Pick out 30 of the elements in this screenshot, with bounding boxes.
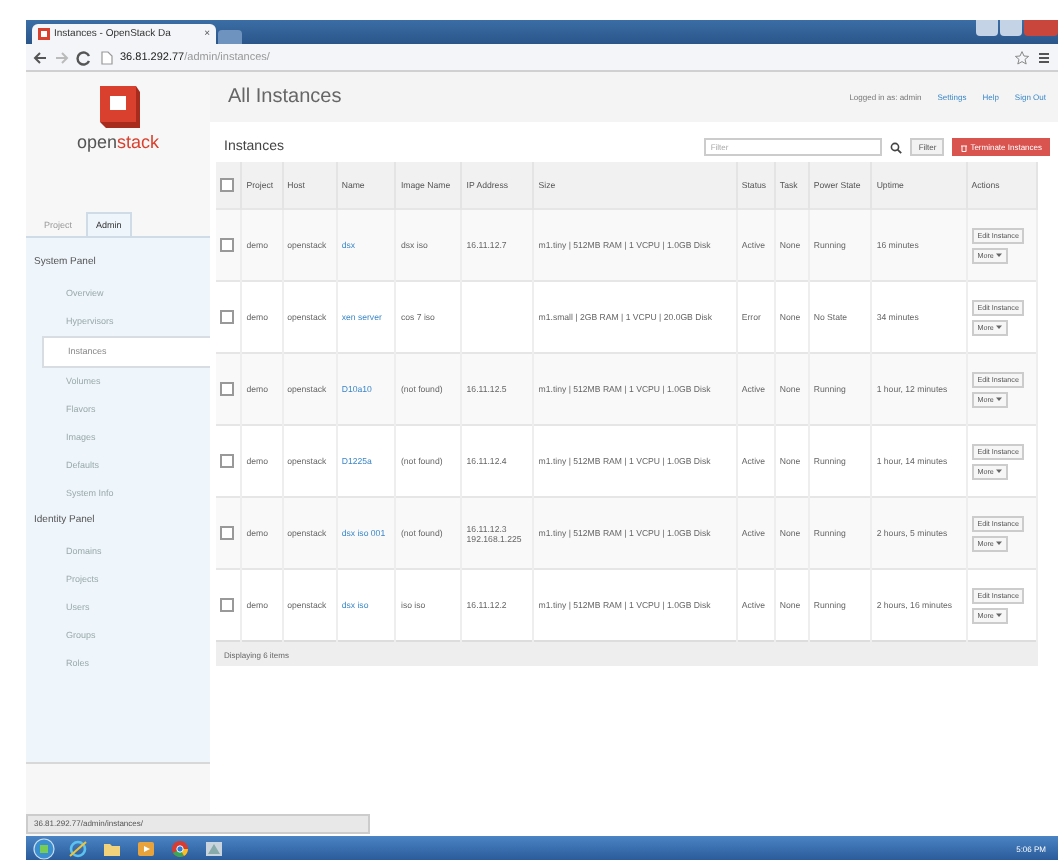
logo-icon bbox=[96, 80, 140, 128]
chrome-icon[interactable] bbox=[166, 837, 194, 859]
row-checkbox[interactable] bbox=[220, 238, 234, 252]
search-icon[interactable] bbox=[890, 141, 903, 153]
browser-icon[interactable] bbox=[64, 837, 92, 859]
row-checkbox[interactable] bbox=[220, 526, 234, 540]
start-icon[interactable] bbox=[30, 837, 58, 859]
caret-icon bbox=[995, 611, 1002, 617]
cube-icon bbox=[38, 28, 50, 40]
caret-icon bbox=[995, 251, 1002, 257]
trash-icon bbox=[960, 143, 969, 151]
caret-icon bbox=[995, 395, 1002, 401]
caret-icon bbox=[995, 539, 1002, 545]
media-icon[interactable] bbox=[132, 837, 160, 859]
row-checkbox[interactable] bbox=[220, 598, 234, 612]
reload-icon[interactable] bbox=[76, 49, 92, 65]
select-all-checkbox[interactable] bbox=[220, 178, 234, 192]
caret-icon bbox=[995, 467, 1002, 473]
logo-text: openstack bbox=[76, 132, 160, 152]
back-icon[interactable] bbox=[32, 49, 48, 65]
menu-icon[interactable] bbox=[1036, 49, 1052, 65]
app-icon[interactable] bbox=[200, 837, 228, 859]
row-checkbox[interactable] bbox=[220, 382, 234, 396]
row-checkbox[interactable] bbox=[220, 310, 234, 324]
page-icon bbox=[98, 49, 114, 65]
star-icon[interactable] bbox=[1014, 49, 1030, 65]
caret-icon bbox=[995, 323, 1002, 329]
row-checkbox[interactable] bbox=[220, 454, 234, 468]
page-title: All Instances bbox=[228, 86, 344, 108]
forward-icon[interactable] bbox=[54, 49, 70, 65]
